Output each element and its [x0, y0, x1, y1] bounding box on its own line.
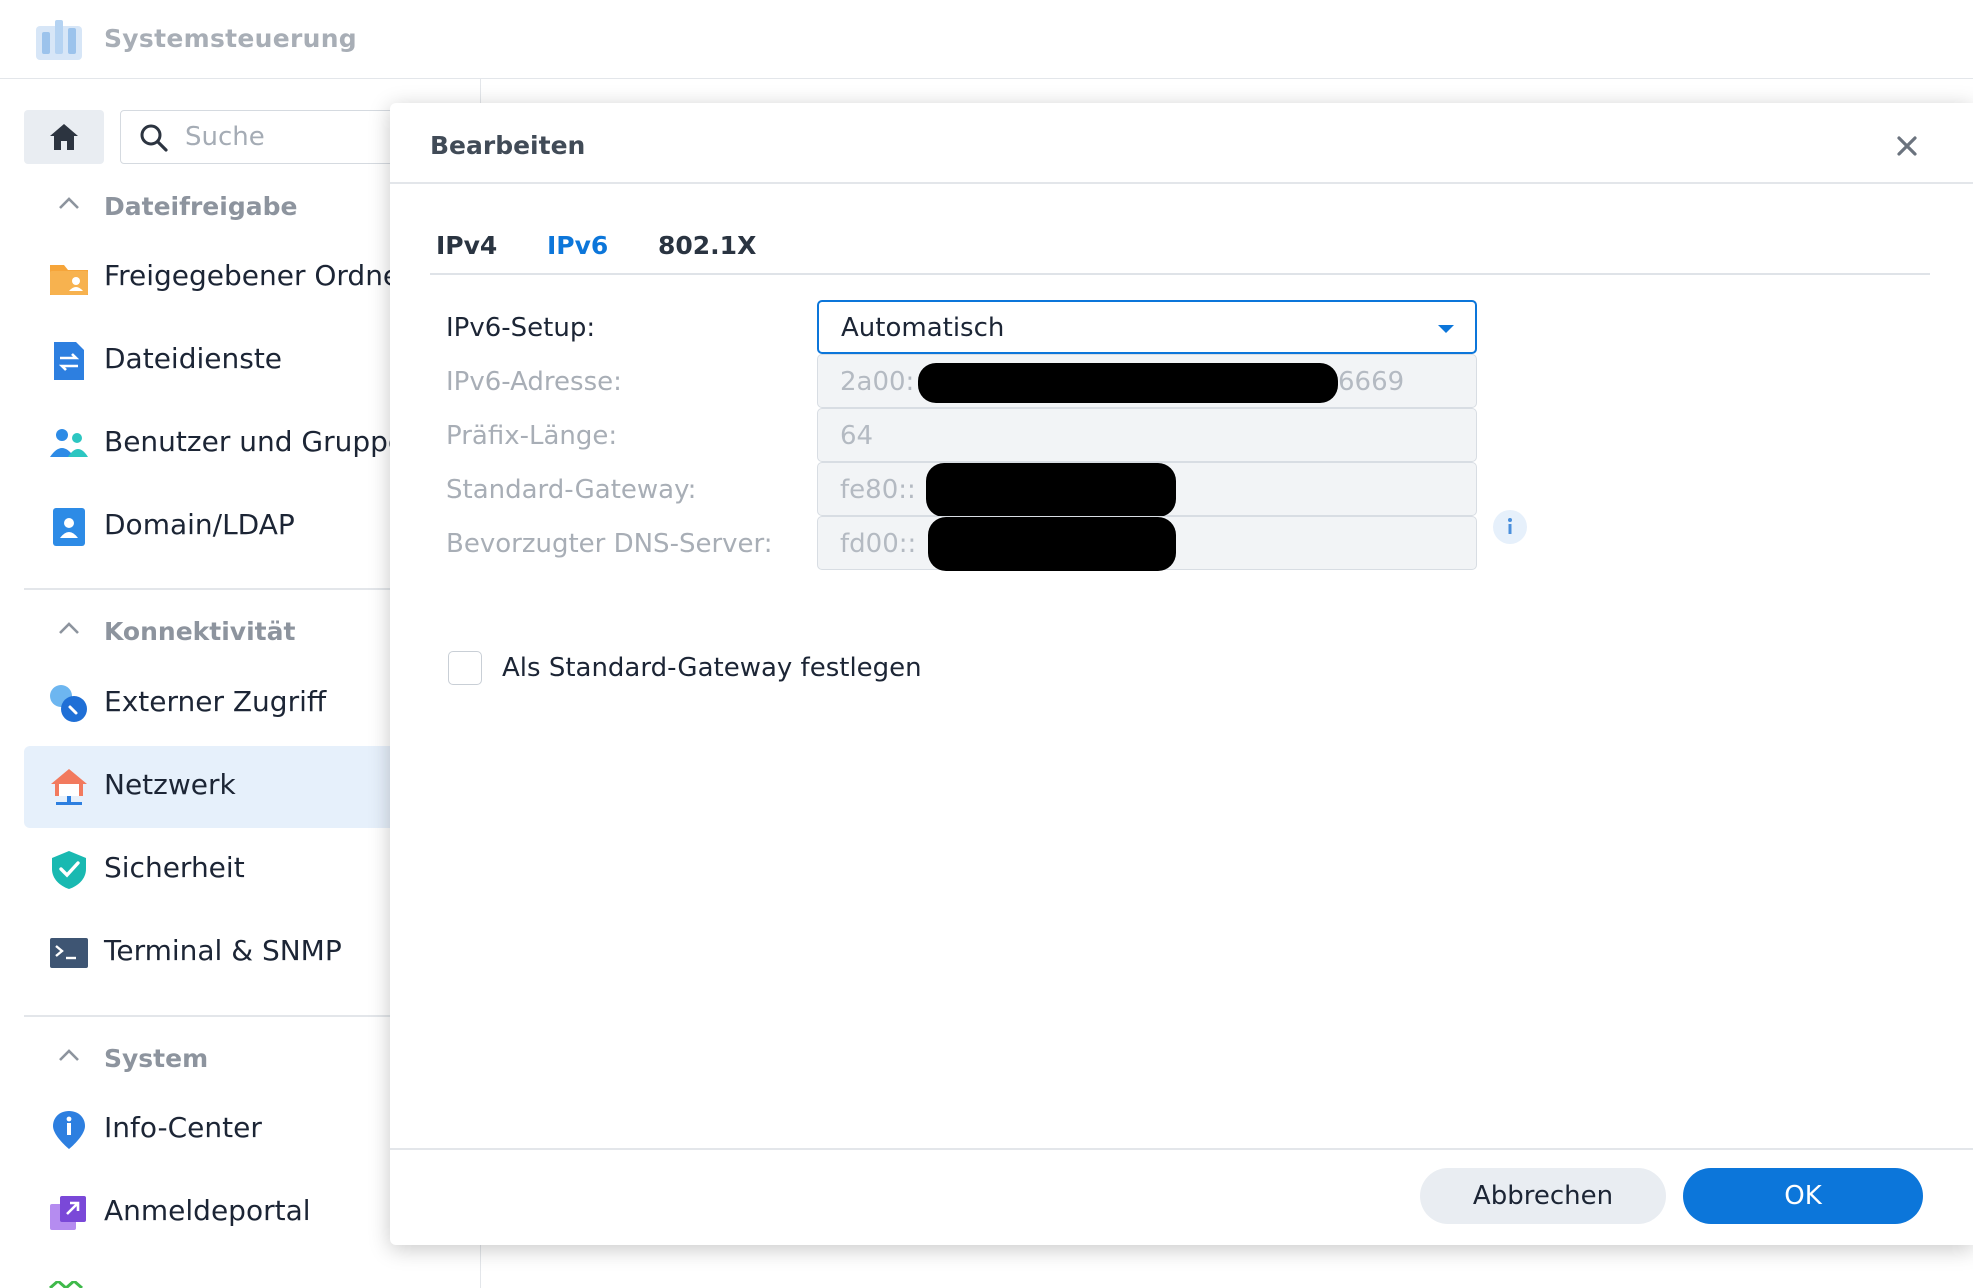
search-icon — [140, 124, 168, 152]
ipv6-address-label: IPv6-Adresse: — [446, 367, 622, 397]
security-shield-icon — [52, 851, 86, 889]
default-gateway-checkbox[interactable] — [448, 651, 482, 685]
chevron-up-icon — [59, 622, 79, 634]
info-center-icon — [53, 1111, 85, 1149]
sidebar-item-label: Terminal & SNMP — [104, 934, 342, 967]
gateway-label: Standard-Gateway: — [446, 475, 697, 505]
section-title: Konnektivität — [104, 617, 296, 646]
sidebar-item-label: Domain/LDAP — [104, 508, 295, 541]
chevron-up-icon — [59, 1049, 79, 1061]
file-services-icon — [54, 342, 84, 380]
close-button[interactable] — [1890, 129, 1924, 163]
sidebar-item-label: Dateidienste — [104, 342, 283, 375]
users-groups-icon — [50, 429, 88, 457]
home-icon — [50, 124, 78, 150]
prefix-length-label: Präfix-Länge: — [446, 421, 618, 451]
title-bar: Systemsteuerung — [0, 0, 1973, 79]
sidebar-item-label: Netzwerk — [104, 768, 236, 801]
prefix-length-value: 64 — [840, 421, 874, 451]
section-title: Dateifreigabe — [104, 192, 298, 221]
ok-button[interactable]: OK — [1683, 1168, 1923, 1224]
control-panel-icon — [36, 20, 82, 60]
tab-ipv6[interactable]: IPv6 — [547, 231, 608, 260]
tab-bar: IPv4 IPv6 802.1X — [430, 221, 1930, 277]
gateway-value-prefix: fe80:: — [840, 475, 916, 505]
dns-server-label: Bevorzugter DNS-Server: — [446, 529, 773, 559]
sidebar-item-label: Benutzer und Gruppe — [104, 425, 406, 458]
sidebar-item-label: Anmeldeportal — [104, 1194, 311, 1227]
edit-dialog: Bearbeiten IPv4 IPv6 802.1X IPv6-Setup: … — [390, 103, 1973, 1245]
ipv6-setup-select[interactable]: Automatisch — [817, 300, 1477, 354]
prefix-length-field: 64 — [817, 408, 1477, 462]
dns-server-field: fd00:: — [817, 516, 1477, 571]
ipv6-address-prefix: 2a00: — [840, 367, 915, 397]
redaction-mark — [918, 363, 1338, 403]
section-title: System — [104, 1044, 209, 1073]
default-gateway-label[interactable]: Als Standard-Gateway festlegen — [502, 653, 922, 683]
external-access-icon — [50, 685, 87, 722]
sidebar-item-label: Freigegebener Ordner — [104, 259, 412, 292]
ipv6-address-field: 2a00: 6669 — [817, 354, 1477, 408]
shared-folder-icon — [50, 265, 88, 295]
ipv6-setup-label: IPv6-Setup: — [446, 313, 596, 343]
domain-ldap-icon — [53, 508, 85, 546]
gateway-field: fe80:: — [817, 462, 1477, 517]
sidebar-item-label: Externer Zugriff — [104, 685, 327, 718]
sidebar-item-label: Sicherheit — [104, 851, 245, 884]
login-portal-icon — [50, 1196, 86, 1230]
info-icon[interactable] — [1492, 509, 1528, 545]
sidebar-item-label: Info-Center — [104, 1111, 262, 1144]
content-top-border — [481, 78, 1973, 79]
cancel-button[interactable]: Abbrechen — [1420, 1168, 1666, 1224]
close-icon — [1897, 136, 1917, 156]
partial-item-icon — [49, 1281, 83, 1288]
ipv6-address-suffix: 6669 — [1338, 367, 1405, 397]
caret-down-icon — [1438, 325, 1454, 333]
tab-underline — [430, 273, 1930, 275]
network-icon — [51, 769, 87, 805]
app-title: Systemsteuerung — [104, 24, 357, 53]
ipv6-setup-value: Automatisch — [841, 313, 1005, 343]
dns-value-prefix: fd00:: — [840, 529, 917, 559]
dialog-footer-divider — [390, 1148, 1973, 1150]
dialog-header-divider — [390, 182, 1973, 184]
dialog-title: Bearbeiten — [430, 131, 586, 160]
chevron-up-icon — [59, 197, 79, 209]
tab-8021x[interactable]: 802.1X — [658, 231, 756, 260]
tab-ipv4[interactable]: IPv4 — [436, 231, 497, 260]
home-button[interactable] — [24, 110, 104, 164]
terminal-icon — [50, 938, 88, 968]
redaction-mark — [926, 463, 1176, 517]
redaction-mark — [928, 517, 1176, 571]
